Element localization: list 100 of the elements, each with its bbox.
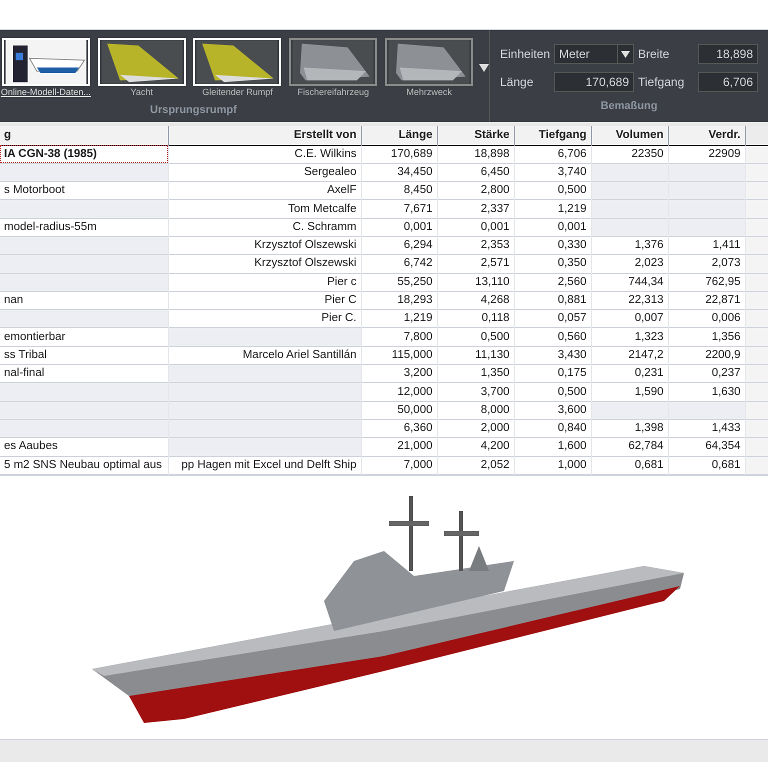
gallery-label: Fischereifahrzeug (298, 86, 370, 99)
value-field[interactable]: 18,898 (698, 44, 758, 64)
table-cell: 0,001 (514, 218, 591, 236)
gallery-label: Online-Modell-Daten... (0, 86, 91, 99)
table-cell: 6,294 (361, 236, 437, 255)
table-cell: 1,630 (668, 382, 745, 402)
table-cell: 34,450 (361, 163, 437, 182)
table-cell: 0,118 (437, 310, 514, 328)
table-cell: 2,571 (437, 254, 514, 274)
table-cell: 2,800 (437, 182, 514, 200)
table-cell: 8,450 (361, 182, 437, 200)
table-cell: 7,671 (361, 200, 437, 218)
table-cell: 0,681 (668, 456, 745, 474)
table-cell: 64,354 (668, 438, 745, 456)
table-cell: 0,330 (514, 236, 591, 255)
column-header[interactable]: Verdr. (668, 126, 745, 145)
table-cell: 4,268 (437, 291, 514, 310)
column-header[interactable]: Erstellt von (168, 126, 361, 145)
table-cell: 11,130 (437, 346, 514, 365)
table-cell: 6,706 (514, 145, 591, 164)
table-cell: 22909 (668, 145, 745, 164)
gallery-item[interactable]: Fischereifahrzeug (287, 38, 380, 100)
group-title: Bemaßung (600, 99, 658, 114)
table-cell: 2,023 (591, 254, 668, 274)
table-cell: 0,500 (514, 382, 591, 402)
table-cell: 1,433 (668, 419, 745, 438)
column-header[interactable]: g (0, 126, 168, 145)
group-title: Ursprungsrumpf (150, 102, 238, 118)
table-cell: 12,000 (361, 382, 437, 402)
gallery-item[interactable]: Online-Modell-Daten... (0, 38, 92, 100)
table-cell: 50,000 (361, 401, 437, 420)
table-cell: 18,898 (437, 145, 514, 164)
gallery-label: Gleitender Rumpf (202, 86, 273, 99)
table-cell: Pier c (168, 273, 361, 292)
table-cell: 3,430 (514, 346, 591, 365)
table-cell: 1,376 (591, 236, 668, 255)
table-cell: 0,175 (514, 364, 591, 383)
units-dropdown[interactable]: Meter (554, 44, 634, 64)
table-cell: 5 m2 SNS Neubau optimal aus (0, 456, 168, 474)
table-cell: 0,007 (591, 310, 668, 328)
table-cell: 22350 (591, 145, 668, 164)
table-cell: Krzysztof Olszewski (168, 236, 361, 255)
gallery-item[interactable]: Yacht (96, 38, 188, 100)
table-cell: 21,000 (361, 438, 437, 456)
table-cell: 0,001 (361, 218, 437, 236)
dropdown-arrow-icon[interactable] (478, 64, 489, 72)
table-cell: 2,052 (437, 456, 514, 474)
table-cell: 1,398 (591, 419, 668, 438)
table-cell: 0,840 (514, 419, 591, 438)
column-header[interactable]: Volumen (591, 126, 668, 145)
column-header[interactable]: Tiefgang (514, 126, 591, 145)
table-cell: C. Schramm (168, 218, 361, 236)
table-cell: 6,360 (361, 419, 437, 438)
value-field[interactable]: 170,689 (554, 72, 634, 92)
gallery-item[interactable]: Mehrzweck (383, 38, 475, 100)
field-label: Breite (638, 46, 670, 63)
table-cell: 18,293 (361, 291, 437, 310)
table-cell: 0,006 (668, 310, 745, 328)
table-cell: 4,200 (437, 438, 514, 456)
dropdown-arrow-icon (621, 50, 630, 58)
table-cell: ss Tribal (0, 346, 168, 365)
table-cell: 0,500 (437, 328, 514, 346)
gallery-label: Yacht (130, 86, 153, 99)
field-label: Einheiten (500, 46, 550, 63)
table-cell: 2,073 (668, 254, 745, 274)
table-cell: 1,219 (361, 310, 437, 328)
table-cell: 1,356 (668, 328, 745, 346)
table-cell: 55,250 (361, 273, 437, 292)
table-cell: 2200,9 (668, 346, 745, 365)
table-cell: 0,500 (514, 182, 591, 200)
table-cell: 0,231 (591, 364, 668, 383)
table-cell: model-radius-55m (0, 218, 168, 236)
table-cell: 13,110 (437, 273, 514, 292)
field-label: Länge (500, 74, 534, 91)
table-cell: 3,700 (437, 382, 514, 402)
table-cell: 22,313 (591, 291, 668, 310)
table-cell: AxelF (168, 182, 361, 200)
table-cell: 2,000 (437, 419, 514, 438)
value-field[interactable]: 6,706 (698, 72, 758, 92)
table-cell: 6,450 (437, 163, 514, 182)
table-cell: C.E. Wilkins (168, 145, 361, 164)
table-cell: 2,337 (437, 200, 514, 218)
gallery-item[interactable]: Gleitender Rumpf (192, 38, 284, 100)
field-label: Tiefgang (638, 74, 686, 91)
column-header[interactable]: Länge (361, 126, 437, 145)
table-cell: 1,000 (514, 456, 591, 474)
table-cell: 3,740 (514, 163, 591, 182)
table-cell: 1,219 (514, 200, 591, 218)
table-cell: 115,000 (361, 346, 437, 365)
table-cell: 0,001 (437, 218, 514, 236)
table-cell: Tom Metcalfe (168, 200, 361, 218)
column-header[interactable]: Stärke (437, 126, 514, 145)
table-cell: 7,000 (361, 456, 437, 474)
table-cell: 744,34 (591, 273, 668, 292)
table-cell: 0,681 (591, 456, 668, 474)
table-cell: 2,353 (437, 236, 514, 255)
table-cell: es Aaubes (0, 438, 168, 456)
gallery-label: Mehrzweck (406, 86, 452, 99)
table-cell: 22,871 (668, 291, 745, 310)
table-cell: 3,600 (514, 401, 591, 420)
